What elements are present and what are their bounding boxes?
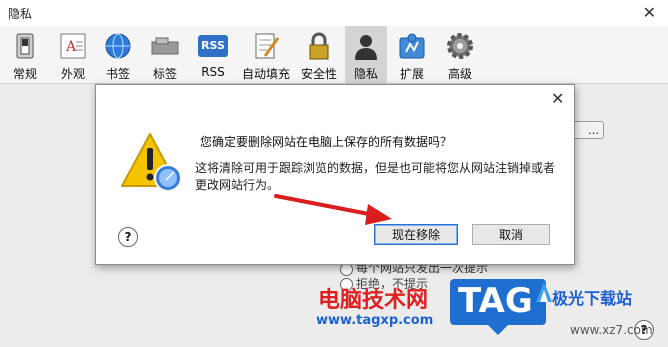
annotation-arrow-icon bbox=[274, 194, 392, 225]
puzzle-icon bbox=[399, 33, 425, 59]
tab-appearance-label: 外观 bbox=[60, 67, 85, 81]
tab-extensions[interactable]: 扩展 bbox=[391, 26, 433, 83]
dialog-message: 这将清除可用于跟踪浏览的数据，但是也可能将您从网站注销掉或者更改网站行为。 bbox=[195, 161, 556, 192]
dialog-title: 您确定要删除网站在电脑上保存的所有数据吗？ bbox=[200, 135, 453, 149]
font-icon: A bbox=[60, 33, 86, 59]
dialog-close-button[interactable]: ✕ bbox=[551, 89, 564, 108]
tag-logo-text: TAG bbox=[458, 281, 533, 321]
tabs-icon bbox=[151, 37, 179, 55]
tab-extensions-label: 扩展 bbox=[399, 67, 424, 81]
window-close-button[interactable]: ✕ bbox=[643, 3, 656, 22]
watermark-brand: 电脑技术网 bbox=[318, 288, 429, 313]
tab-bookmarks[interactable]: 书签 bbox=[98, 26, 138, 83]
switch-icon bbox=[16, 33, 34, 59]
tab-rss[interactable]: RSS RSS bbox=[192, 26, 234, 83]
tab-tabs-label: 标签 bbox=[152, 67, 177, 81]
cancel-button[interactable]: 取消 bbox=[472, 224, 550, 245]
watermark-tag-logo: TAG bbox=[448, 275, 548, 337]
tab-bookmarks-label: 书签 bbox=[105, 67, 130, 81]
aurora-logo-icon bbox=[536, 282, 552, 302]
tab-privacy[interactable]: 隐私 bbox=[345, 26, 387, 83]
tab-advanced[interactable]: 高级 bbox=[439, 26, 481, 83]
tab-rss-label: RSS bbox=[201, 65, 225, 79]
tab-security-label: 安全性 bbox=[300, 67, 337, 81]
gear-icon bbox=[447, 33, 473, 59]
tab-privacy-label: 隐私 bbox=[353, 67, 378, 81]
tab-appearance[interactable]: A 外观 bbox=[52, 26, 94, 83]
dialog-help-button[interactable]: ? bbox=[118, 227, 138, 247]
tab-autofill[interactable]: 自动填充 bbox=[238, 26, 294, 83]
watermark-site: 极光下载站 bbox=[552, 289, 633, 308]
warning-icon bbox=[121, 133, 182, 192]
window-title: 隐私 bbox=[8, 7, 33, 21]
lock-icon bbox=[309, 32, 329, 60]
tab-general-label: 常规 bbox=[12, 67, 37, 81]
globe-icon bbox=[105, 33, 131, 59]
watermark-url: www.tagxp.com bbox=[316, 313, 434, 328]
window-titlebar: 隐私 ✕ bbox=[0, 0, 668, 26]
form-pen-icon bbox=[255, 33, 280, 59]
svg-text:A: A bbox=[65, 39, 77, 55]
preferences-toolbar: 常规 A 外观 书签 标签 RSS RSS 自动填充 安全性 隐私 扩展 高级 bbox=[0, 26, 668, 84]
rss-icon: RSS bbox=[198, 35, 228, 57]
tab-tabs[interactable]: 标签 bbox=[143, 26, 187, 83]
watermark-site-url: www.xz7.com bbox=[570, 323, 653, 337]
tab-autofill-label: 自动填充 bbox=[241, 67, 290, 81]
person-silhouette-icon bbox=[355, 35, 377, 60]
tab-general[interactable]: 常规 bbox=[3, 26, 47, 83]
tab-advanced-label: 高级 bbox=[447, 67, 472, 81]
tab-security[interactable]: 安全性 bbox=[297, 26, 341, 83]
